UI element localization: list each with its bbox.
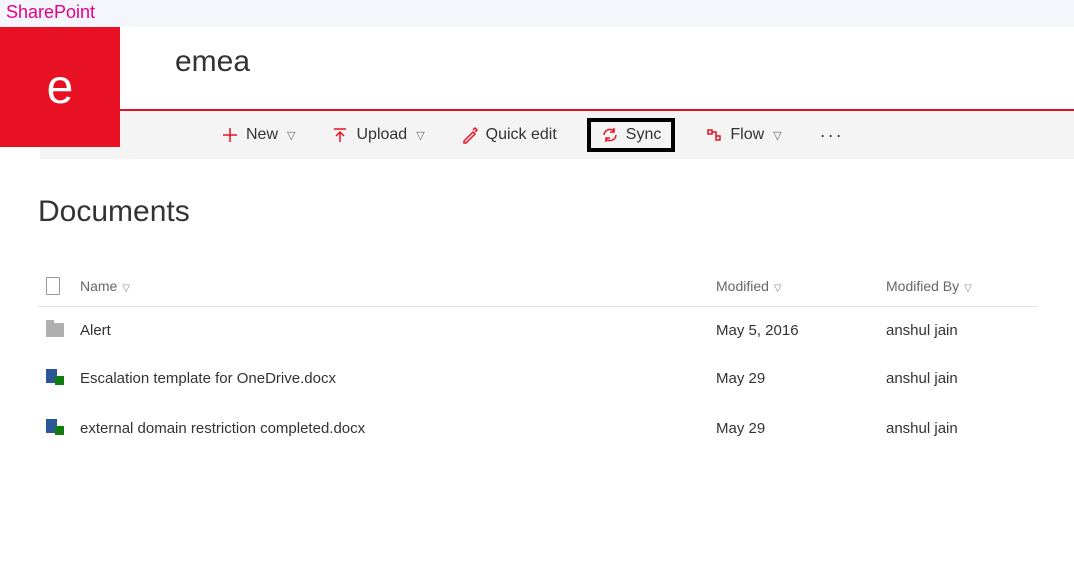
folder-icon [46, 323, 64, 337]
table-header-row: Name▽ Modified▽ Modified By▽ [38, 265, 1038, 307]
cell-modified-by: anshul jain [878, 403, 1038, 453]
overflow-button[interactable]: ··· [812, 125, 852, 146]
cell-icon [38, 403, 72, 453]
table-row[interactable]: external domain restriction completed.do… [38, 403, 1038, 453]
quick-edit-button[interactable]: Quick edit [455, 122, 563, 148]
library-title: Documents [38, 195, 1038, 229]
cell-modified: May 29 [708, 403, 878, 453]
cell-name[interactable]: Alert [72, 307, 708, 354]
new-label: New [246, 126, 278, 144]
column-name[interactable]: Name▽ [72, 265, 708, 307]
site-logo[interactable]: e [0, 27, 120, 147]
file-icon [46, 277, 60, 295]
cell-name[interactable]: Escalation template for OneDrive.docx [72, 353, 708, 403]
sync-button[interactable]: Sync [587, 118, 676, 152]
site-header: e emea New ▽ Upload ▽ Quick edit Sync Fl… [0, 27, 1074, 159]
sync-icon [601, 126, 619, 144]
chevron-down-icon: ▽ [287, 129, 295, 142]
chevron-down-icon: ▽ [964, 283, 972, 294]
cell-modified: May 5, 2016 [708, 307, 878, 354]
upload-button[interactable]: Upload ▽ [325, 122, 430, 148]
chevron-down-icon: ▽ [773, 129, 781, 142]
flow-icon [705, 126, 723, 144]
table-row[interactable]: Escalation template for OneDrive.docxMay… [38, 353, 1038, 403]
cell-modified-by: anshul jain [878, 353, 1038, 403]
sync-label: Sync [626, 126, 662, 144]
upload-icon [331, 126, 349, 144]
upload-label: Upload [356, 126, 407, 144]
flow-label: Flow [730, 126, 764, 144]
cell-icon [38, 353, 72, 403]
cell-modified-by: anshul jain [878, 307, 1038, 354]
cell-modified: May 29 [708, 353, 878, 403]
flow-button[interactable]: Flow ▽ [699, 122, 787, 148]
cell-icon [38, 307, 72, 354]
main-content: Documents Name▽ Modified▽ Modified By▽ A… [0, 159, 1074, 453]
table-row[interactable]: AlertMay 5, 2016anshul jain [38, 307, 1038, 354]
column-type[interactable] [38, 265, 72, 307]
pencil-icon [461, 126, 479, 144]
cell-name[interactable]: external domain restriction completed.do… [72, 403, 708, 453]
command-bar: New ▽ Upload ▽ Quick edit Sync Flow ▽ ··… [40, 111, 1074, 159]
quick-edit-label: Quick edit [486, 126, 557, 144]
word-icon [46, 417, 64, 435]
column-modified[interactable]: Modified▽ [708, 265, 878, 307]
column-modified-by[interactable]: Modified By▽ [878, 265, 1038, 307]
word-icon [46, 367, 64, 385]
chevron-down-icon: ▽ [774, 283, 782, 294]
chevron-down-icon: ▽ [416, 129, 424, 142]
plus-icon [221, 126, 239, 144]
new-button[interactable]: New ▽ [215, 122, 301, 148]
site-title: emea [175, 45, 1074, 79]
brand-link[interactable]: SharePoint [6, 2, 95, 22]
chevron-down-icon: ▽ [122, 283, 130, 294]
site-logo-letter: e [47, 60, 74, 115]
suite-bar: SharePoint [0, 0, 1074, 27]
documents-table: Name▽ Modified▽ Modified By▽ AlertMay 5,… [38, 265, 1038, 453]
